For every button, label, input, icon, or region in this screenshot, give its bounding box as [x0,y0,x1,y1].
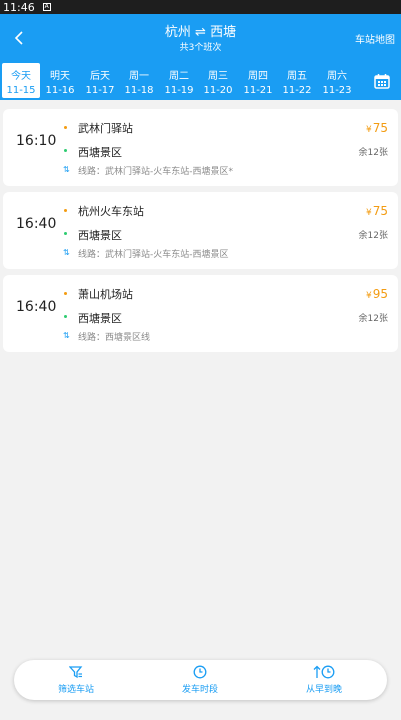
departure-time: 16:40 [16,299,57,315]
departure-time: 16:40 [16,216,57,232]
date-tab[interactable]: 周六 11-23 [318,63,356,98]
destination-station: 西塘景区 [78,146,122,159]
date-date: 11-22 [282,85,312,96]
destination-station: 西塘景区 [78,229,122,242]
ticket-price: ¥95 [366,287,388,301]
sort-time-icon [313,665,335,679]
date-day: 明天 [50,71,70,82]
status-bar: 11:46 A [0,0,401,14]
sort-order-label: 从早到晚 [305,685,342,695]
price-value: 75 [372,121,388,135]
station-map-button[interactable]: 车站地图 [355,31,395,46]
date-tab[interactable]: 明天 11-16 [41,63,79,98]
date-day: 周一 [129,71,149,82]
page-title: 杭州 ⇌ 西塘 [0,21,401,40]
date-tab[interactable]: 周四 11-21 [239,63,277,98]
origin-station: 杭州火车东站 [78,205,144,218]
date-tab[interactable]: 后天 11-17 [81,63,119,98]
notification-icon: A [42,3,51,11]
date-day: 今天 [11,71,31,82]
date-tab[interactable]: 今天 11-15 [2,63,40,98]
status-time: 11:46 [3,0,35,14]
origin-station: 萧山机场站 [78,288,133,301]
remaining-seats: 余12张 [358,148,388,158]
remaining-seats: 余12张 [358,314,388,324]
destination-station: 西塘景区 [78,312,122,325]
route-text: 线路：西塘景区线 [78,333,151,343]
date-tab[interactable]: 周一 11-18 [120,63,158,98]
price-value: 95 [372,287,388,301]
currency-symbol: ¥ [365,291,372,301]
currency-symbol: ¥ [365,208,372,218]
date-day: 周三 [208,71,228,82]
date-date: 11-20 [203,85,233,96]
origin-dot [64,126,67,129]
filter-icon [69,666,83,679]
destination-dot [64,149,67,152]
calendar-icon [374,74,390,89]
date-date: 11-17 [85,85,115,96]
route-icon: ⇅ [63,331,70,340]
from-city: 杭州 [164,25,191,40]
header: 杭州 ⇌ 西塘 共3个班次 车站地图 [0,14,401,62]
route-icon: ⇅ [63,165,70,174]
departure-time: 16:10 [16,133,57,149]
to-city: 西塘 [210,25,237,40]
origin-dot [64,209,67,212]
sort-order-button[interactable]: 从早到晚 [279,665,369,695]
date-day: 后天 [90,71,110,82]
destination-dot [64,315,67,318]
filter-station-label: 筛选车站 [57,685,94,695]
date-date: 11-19 [164,85,194,96]
swap-icon: ⇌ [195,25,206,40]
date-bar: 今天 11-15 明天 11-16 后天 11-17 周一 11-18 周二 11-19 … [0,62,401,100]
currency-symbol: ¥ [365,125,372,135]
date-day: 周四 [248,71,268,82]
origin-dot [64,292,67,295]
trip-card[interactable]: 16:40 萧山机场站 西塘景区 ⇅ 线路：西塘景区线 ¥95 余12张 [3,275,398,352]
date-date: 11-21 [243,85,273,96]
filter-station-button[interactable]: 筛选车站 [31,665,121,695]
date-day: 周五 [287,71,307,82]
date-day: 周二 [169,71,189,82]
route-text: 线路：武林门驿站-火车东站-西塘景区 [78,250,229,260]
date-date: 11-16 [45,85,75,96]
origin-station: 武林门驿站 [78,122,133,135]
route-text: 线路：武林门驿站-火车东站-西塘景区* [78,167,233,177]
ticket-price: ¥75 [366,121,388,135]
price-value: 75 [372,204,388,218]
date-date: 11-23 [322,85,352,96]
trip-card[interactable]: 16:40 杭州火车东站 西塘景区 ⇅ 线路：武林门驿站-火车东站-西塘景区 ¥… [3,192,398,269]
ticket-price: ¥75 [366,204,388,218]
clock-icon [193,665,207,679]
trip-card[interactable]: 16:10 武林门驿站 西塘景区 ⇅ 线路：武林门驿站-火车东站-西塘景区* ¥… [3,109,398,186]
calendar-button[interactable] [363,62,401,100]
date-day: 周六 [327,71,347,82]
date-tab[interactable]: 周三 11-20 [199,63,237,98]
departure-period-label: 发车时段 [181,685,218,695]
date-date: 11-15 [6,85,36,96]
route-icon: ⇅ [63,248,70,257]
bottom-action-bar: 筛选车站 发车时段 从早到晚 [14,660,387,700]
departure-period-button[interactable]: 发车时段 [155,665,245,695]
remaining-seats: 余12张 [358,231,388,241]
date-tab[interactable]: 周二 11-19 [160,63,198,98]
trip-count: 共3个班次 [179,43,222,53]
destination-dot [64,232,67,235]
date-date: 11-18 [124,85,154,96]
date-tab[interactable]: 周五 11-22 [278,63,316,98]
